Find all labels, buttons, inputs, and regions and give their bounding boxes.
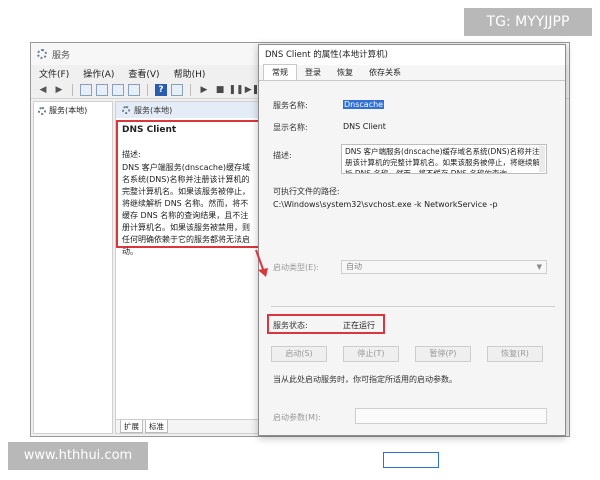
resume-button[interactable]: 恢复(R) <box>487 346 543 362</box>
chevron-down-icon: ▼ <box>536 263 542 271</box>
dialog-title: DNS Client 的属性(本地计算机) <box>259 45 565 65</box>
start-params-label: 启动参数(M): <box>273 413 321 422</box>
toolbar-separator <box>190 83 191 96</box>
main-pane-title: 服务(本地) <box>134 105 173 115</box>
tab-recovery[interactable]: 恢复 <box>329 65 361 80</box>
services-main-pane: 服务(本地) DNS Client 描述: DNS 客户端服务(dnscache… <box>115 101 261 434</box>
menu-help[interactable]: 帮助(H) <box>174 67 206 80</box>
forward-arrow-icon[interactable]: ▶ <box>53 84 65 96</box>
stop-icon[interactable]: ■ <box>214 84 226 96</box>
toolbar-separator <box>72 83 73 96</box>
startup-type-label: 启动类型(E): <box>273 263 319 272</box>
stop-button[interactable]: 停止(T) <box>343 346 399 362</box>
properties-icon[interactable] <box>128 83 140 96</box>
service-status-label: 服务状态: <box>273 321 308 330</box>
divider <box>271 306 555 307</box>
back-arrow-icon[interactable]: ◀ <box>37 84 49 96</box>
arrow-icon <box>255 249 268 277</box>
description-label: 描述: <box>122 150 141 159</box>
list-icon[interactable] <box>96 83 108 96</box>
view-icon[interactable] <box>171 83 183 96</box>
view-tabs: 扩展 标准 <box>116 419 260 433</box>
service-name-value[interactable]: Dnscache <box>343 100 385 109</box>
description-value: DNS 客户端服务(dnscache)缓存域名系统(DNS)名称并注册该计算机的… <box>345 147 540 174</box>
help-icon[interactable]: ? <box>155 83 167 96</box>
ok-button[interactable] <box>383 452 439 468</box>
start-button[interactable]: 启动(S) <box>271 346 327 362</box>
exe-path-label: 可执行文件的路径: <box>273 187 340 196</box>
description-scrollbar[interactable] <box>539 146 545 172</box>
tab-logon[interactable]: 登录 <box>297 65 329 80</box>
restart-icon[interactable]: ▶❚ <box>245 84 259 96</box>
start-params-hint: 当从此处启动服务时，你可指定所适用的启动参数。 <box>273 375 457 384</box>
start-params-input[interactable] <box>355 408 547 424</box>
description-text: DNS 客户端服务(dnscache)缓存域名系统(DNS)名称并注册该计算机的… <box>122 163 251 256</box>
tree-item-services-local[interactable]: 服务(本地) <box>34 102 112 119</box>
description-field[interactable]: DNS 客户端服务(dnscache)缓存域名系统(DNS)名称并注册该计算机的… <box>341 144 547 174</box>
exe-path-value: C:\Windows\system32\svchost.exe -k Netwo… <box>273 200 498 209</box>
console-tree-icon[interactable] <box>80 83 92 96</box>
selected-service-name: DNS Client <box>122 125 177 135</box>
tab-general[interactable]: 常规 <box>263 64 297 80</box>
toolbar-separator <box>147 83 148 96</box>
menu-action[interactable]: 操作(A) <box>83 67 114 80</box>
display-name-value[interactable]: DNS Client <box>343 122 386 131</box>
menu-view[interactable]: 查看(V) <box>128 67 159 80</box>
startup-type-select[interactable]: 自动 ▼ <box>341 260 547 274</box>
service-description-panel: DNS Client 描述: DNS 客户端服务(dnscache)缓存域名系统… <box>116 120 260 256</box>
export-icon[interactable] <box>112 83 124 96</box>
menu-file[interactable]: 文件(F) <box>39 67 69 80</box>
main-pane-header: 服务(本地) <box>116 102 260 118</box>
services-title: 服务 <box>52 50 71 61</box>
watermark-bottom: www.hthhui.com <box>8 442 148 470</box>
display-name-label: 显示名称: <box>273 123 308 132</box>
gear-icon <box>122 106 130 114</box>
startup-type-value: 自动 <box>346 262 362 271</box>
dialog-body: 服务名称: Dnscache 显示名称: DNS Client 描述: DNS … <box>259 82 565 468</box>
properties-dialog: DNS Client 的属性(本地计算机) 常规 登录 恢复 依存关系 服务名称… <box>258 44 566 468</box>
service-status-value: 正在运行 <box>343 321 375 330</box>
tree-item-label: 服务(本地) <box>49 106 88 115</box>
tab-dependencies[interactable]: 依存关系 <box>361 65 409 80</box>
gear-icon <box>37 49 47 59</box>
service-name-label: 服务名称: <box>273 101 308 110</box>
dialog-tabs: 常规 登录 恢复 依存关系 <box>259 64 565 81</box>
gear-icon <box>38 106 46 115</box>
play-icon[interactable]: ▶ <box>198 84 210 96</box>
pause-icon[interactable]: ❚❚ <box>228 84 243 96</box>
tab-standard[interactable]: 标准 <box>145 420 168 433</box>
watermark-top: TG: MYYJJPP <box>464 8 592 36</box>
console-tree: 服务(本地) <box>33 101 113 434</box>
description-label: 描述: <box>273 151 292 160</box>
tab-extended[interactable]: 扩展 <box>120 420 143 433</box>
pause-button[interactable]: 暂停(P) <box>415 346 471 362</box>
